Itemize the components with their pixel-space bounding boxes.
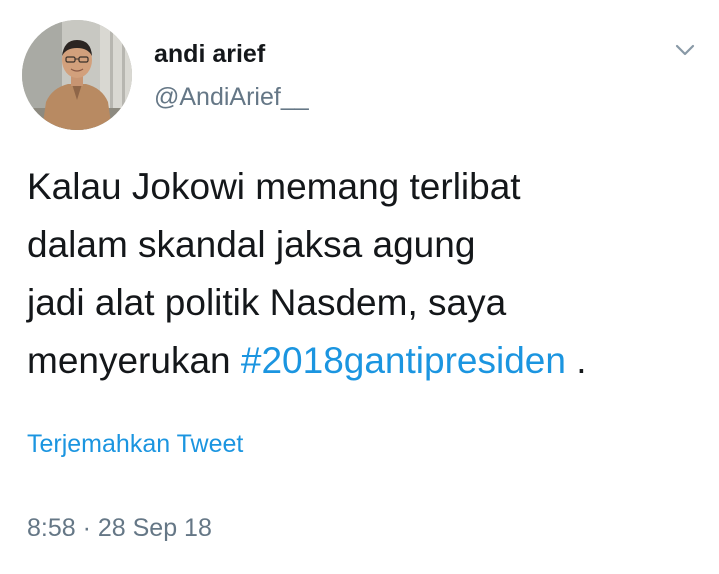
- tweet-text-line: menyerukan #2018gantipresiden .: [27, 332, 707, 390]
- avatar[interactable]: [22, 20, 132, 130]
- tweet-text-line: Kalau Jokowi memang terlibat: [27, 166, 521, 207]
- hashtag-link[interactable]: #2018gantipresiden: [241, 340, 566, 381]
- tweet-text: Kalau Jokowi memang terlibat dalam skand…: [27, 158, 707, 390]
- tweet-text-line: dalam skandal jaksa agung: [27, 224, 476, 265]
- display-name[interactable]: andi arief: [154, 40, 265, 69]
- avatar-photo: [22, 20, 132, 130]
- tweet-timestamp[interactable]: 8:58 · 28 Sep 18: [27, 514, 212, 543]
- tweet-text-line: jadi alat politik Nasdem, saya: [27, 282, 507, 323]
- user-handle[interactable]: @AndiArief__: [154, 83, 309, 112]
- tweet-text-prefix: menyerukan: [27, 340, 241, 381]
- tweet-text-suffix: .: [565, 340, 587, 381]
- tweet-card: andi arief @AndiArief__ Kalau Jokowi mem…: [0, 0, 719, 574]
- translate-tweet-link[interactable]: Terjemahkan Tweet: [27, 430, 243, 459]
- chevron-down-icon[interactable]: [672, 40, 698, 60]
